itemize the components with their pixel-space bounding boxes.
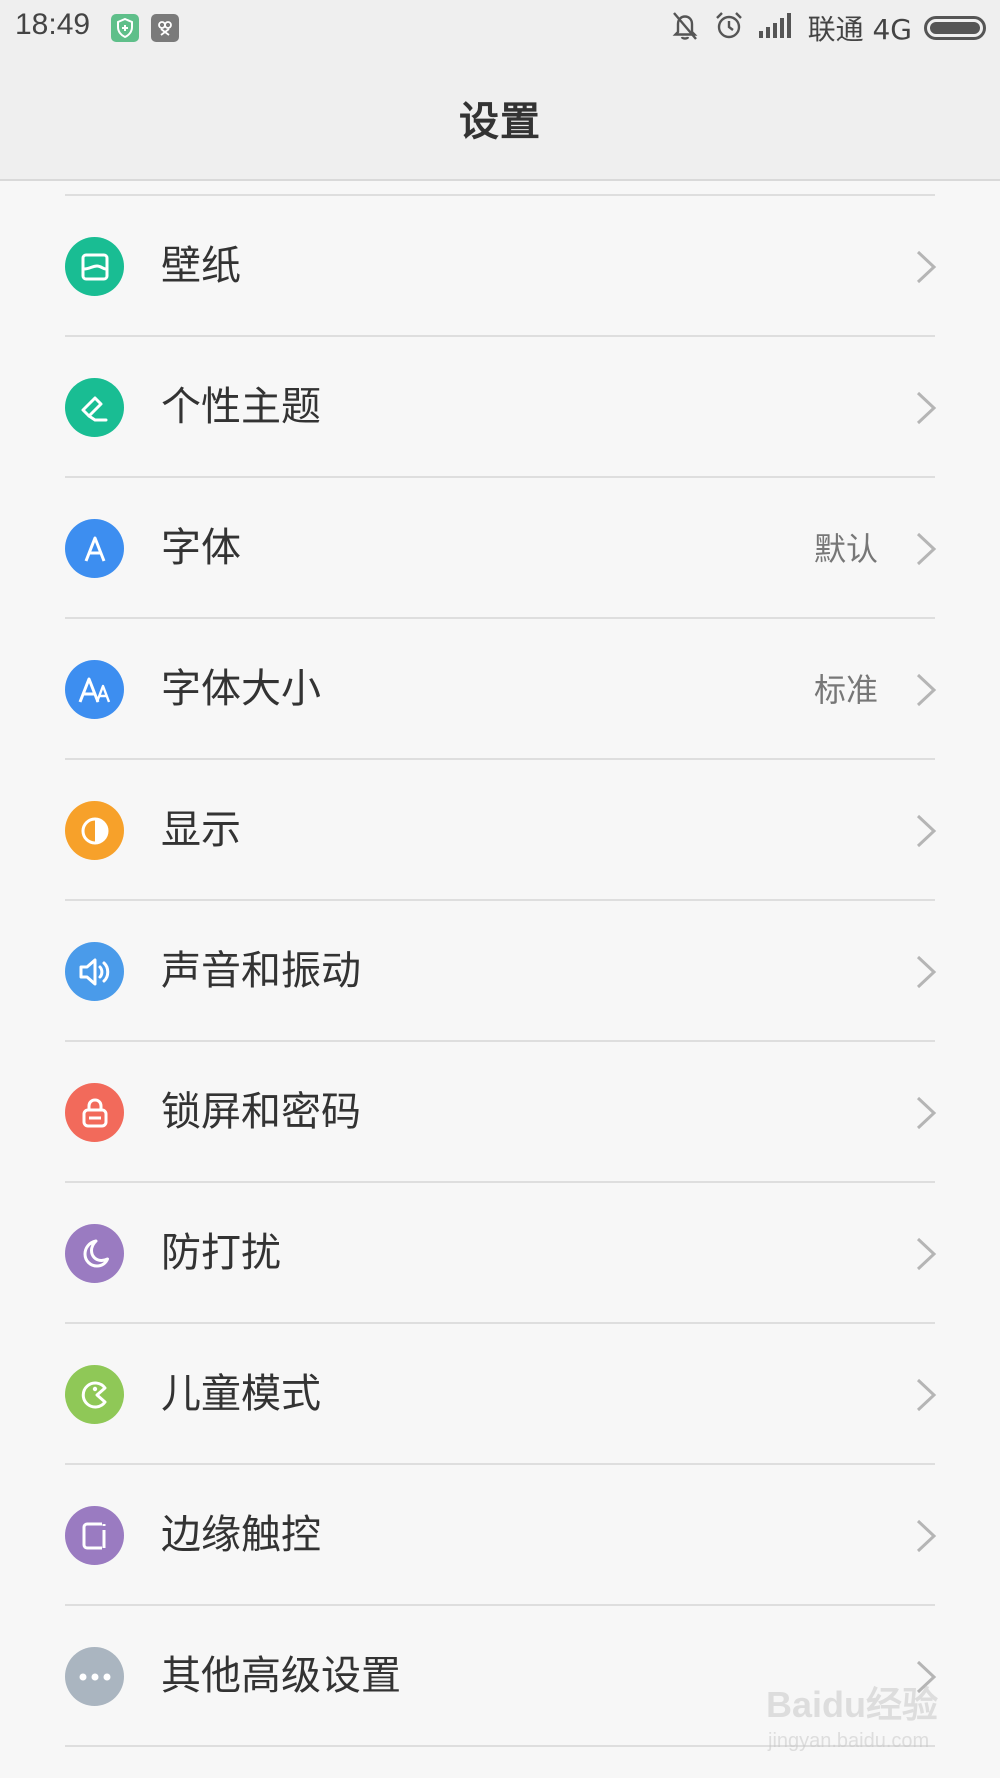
alarm-clock-icon	[714, 10, 744, 46]
settings-item-edge-touch[interactable]: 边缘触控	[0, 1465, 1000, 1606]
mute-bell-icon	[670, 10, 700, 46]
lock-icon	[65, 1083, 124, 1142]
signal-strength-icon	[758, 13, 794, 43]
settings-item-label: 边缘触控	[161, 1512, 321, 1558]
display-icon	[65, 801, 124, 860]
chevron-right-icon	[916, 1096, 937, 1130]
settings-item-font-size[interactable]: 字体大小 标准	[0, 619, 1000, 760]
more-dots-icon	[65, 1647, 124, 1706]
status-bar: 18:49 联通 4G	[0, 0, 1000, 56]
chevron-right-icon	[916, 673, 937, 707]
page-title: 设置	[459, 98, 541, 145]
moon-icon	[65, 1224, 124, 1283]
settings-item-label: 儿童模式	[161, 1371, 321, 1417]
settings-item-label: 其他高级设置	[161, 1653, 401, 1699]
settings-item-kid-mode[interactable]: 儿童模式	[0, 1324, 1000, 1465]
chevron-right-icon	[916, 814, 937, 848]
status-time: 18:49	[15, 8, 91, 41]
settings-item-label: 字体大小	[161, 666, 321, 712]
chevron-right-icon	[916, 250, 937, 284]
settings-item-wallpaper[interactable]: 壁纸	[0, 196, 1000, 337]
status-icons: 联通 4G	[670, 8, 986, 48]
watermark-brand: Baidu经验	[766, 1684, 939, 1725]
chevron-right-icon	[916, 955, 937, 989]
settings-item-sound-vibration[interactable]: 声音和振动	[0, 901, 1000, 1042]
chevron-right-icon	[916, 391, 937, 425]
settings-item-label: 显示	[161, 807, 241, 853]
speaker-icon	[65, 942, 124, 1001]
settings-item-display[interactable]: 显示	[0, 760, 1000, 901]
settings-item-value: 默认	[813, 530, 878, 568]
app-notification-icon	[151, 14, 179, 42]
settings-item-label: 壁纸	[161, 243, 241, 289]
chevron-right-icon	[916, 532, 937, 566]
title-bar: 设置	[0, 56, 1000, 181]
carrier-label: 联通 4G	[807, 13, 912, 46]
watermark: Baidu经验 jingyan.baidu.com	[766, 1676, 966, 1756]
settings-item-label: 个性主题	[161, 384, 321, 430]
settings-item-value: 标准	[813, 671, 878, 709]
wallpaper-icon	[65, 237, 124, 296]
chevron-right-icon	[916, 1378, 937, 1412]
kid-mode-icon	[65, 1365, 124, 1424]
settings-item-label: 字体	[161, 525, 241, 571]
edge-touch-icon	[65, 1506, 124, 1565]
chevron-right-icon	[916, 1519, 937, 1553]
battery-icon	[924, 16, 986, 40]
font-icon	[65, 519, 124, 578]
settings-item-do-not-disturb[interactable]: 防打扰	[0, 1183, 1000, 1324]
settings-item-lock-screen[interactable]: 锁屏和密码	[0, 1042, 1000, 1183]
settings-item-label: 声音和振动	[161, 948, 361, 994]
font-size-icon	[65, 660, 124, 719]
settings-item-label: 锁屏和密码	[161, 1089, 361, 1135]
theme-brush-icon	[65, 378, 124, 437]
chevron-right-icon	[916, 1237, 937, 1271]
settings-item-theme[interactable]: 个性主题	[0, 337, 1000, 478]
settings-item-label: 防打扰	[161, 1230, 281, 1276]
settings-item-font[interactable]: 字体 默认	[0, 478, 1000, 619]
watermark-url: jingyan.baidu.com	[768, 1730, 930, 1752]
shield-notification-icon	[111, 14, 139, 42]
